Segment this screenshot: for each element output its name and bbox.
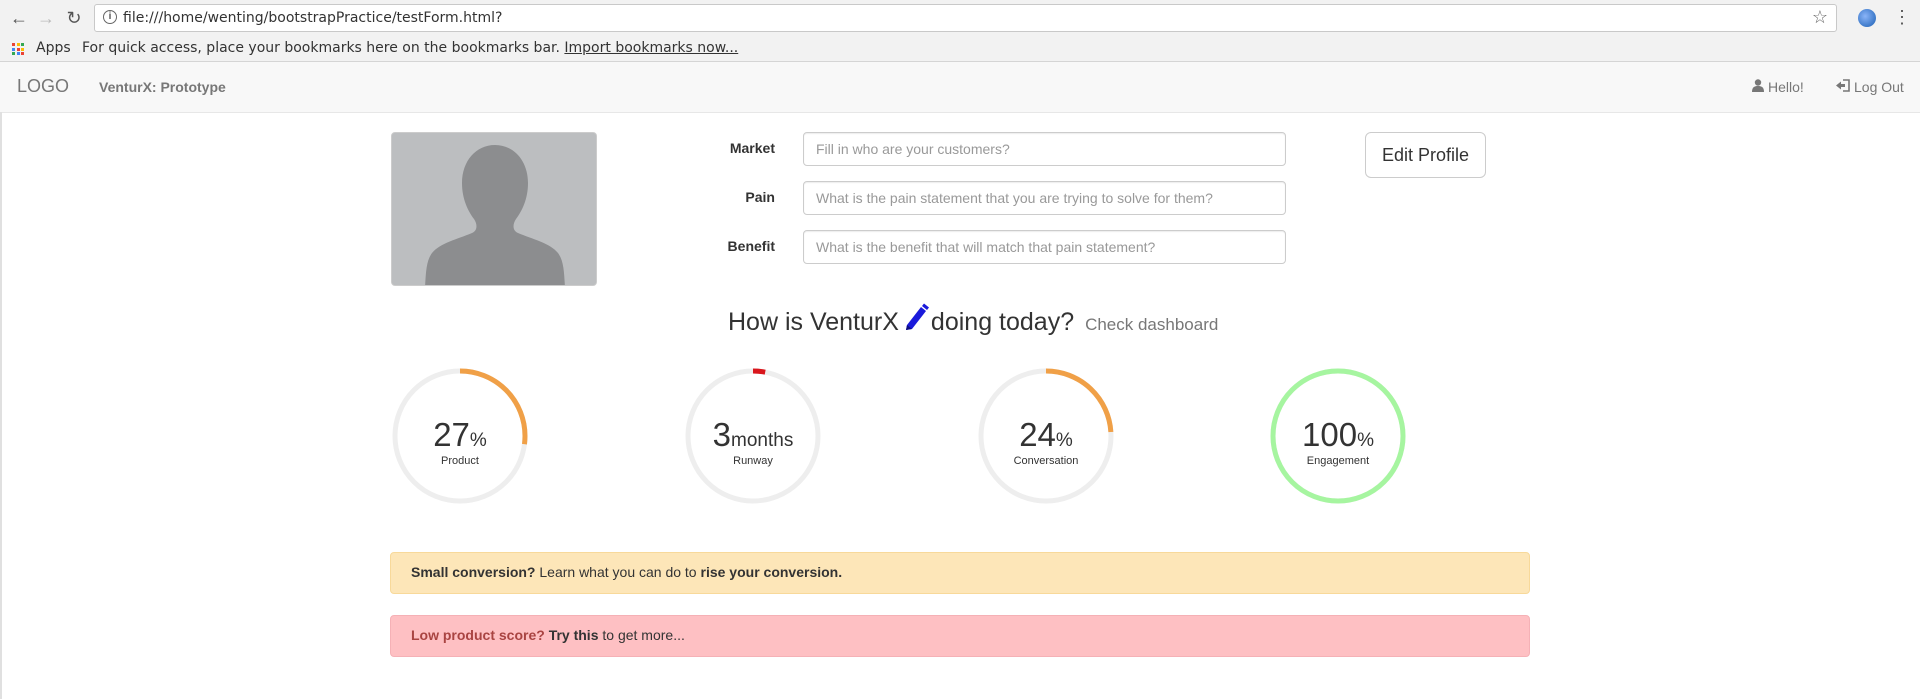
gauge-unit: months (731, 430, 794, 451)
alert-text: Learn what you can do to (539, 564, 697, 580)
bookmarks-message: For quick access, place your bookmarks h… (82, 40, 738, 56)
apps-grid-icon[interactable] (12, 43, 24, 55)
edit-profile-button[interactable]: Edit Profile (1365, 132, 1486, 178)
apps-link[interactable]: Apps (36, 40, 71, 56)
heading-suffix: doing today? (930, 308, 1075, 337)
gauge-value: 24% (976, 416, 1116, 454)
alert-lead: Low product score? (411, 627, 545, 643)
info-icon[interactable]: i (103, 10, 117, 24)
logout-label: Log Out (1854, 79, 1904, 95)
gauge-number: 3 (712, 416, 732, 453)
rise-conversion-link[interactable]: rise your conversion. (701, 564, 843, 580)
try-this-link[interactable]: Try this (549, 627, 599, 643)
engagement-gauge: 100% Engagement (1268, 366, 1408, 506)
heading-prefix: How is VenturX (728, 308, 899, 337)
import-bookmarks-link[interactable]: Import bookmarks now... (564, 40, 738, 56)
url-text[interactable]: file:///home/wenting/bootstrapPractice/t… (123, 10, 502, 26)
check-dashboard-link[interactable]: Check dashboard (1085, 315, 1218, 334)
market-input[interactable] (803, 132, 1286, 166)
gauge-value: 27% (390, 416, 530, 454)
gauge-number: 100 (1302, 416, 1358, 453)
gauge-label: Conversation (1013, 455, 1079, 467)
gauge-label: Product (441, 455, 479, 467)
address-bar[interactable]: i file:///home/wenting/bootstrapPractice… (94, 4, 1837, 32)
gauge-value: 3months (683, 416, 823, 454)
profile-avatar (391, 132, 597, 286)
gauge-number: 24 (1019, 416, 1056, 453)
benefit-input[interactable] (803, 230, 1286, 264)
bookmarks-hint: For quick access, place your bookmarks h… (82, 40, 560, 56)
alert-lead: Small conversion? (411, 564, 536, 580)
browser-menu-icon[interactable]: ⋮ (1893, 7, 1911, 28)
product-gauge: 27% Product (390, 366, 530, 506)
gauge-unit: % (1055, 430, 1073, 451)
pain-input[interactable] (803, 181, 1286, 215)
gauge-value: 100% (1268, 416, 1408, 454)
runway-gauge: 3months Runway (683, 366, 823, 506)
gauge-unit: % (1357, 430, 1374, 451)
logo[interactable]: LOGO (17, 76, 69, 97)
conversion-alert: Small conversion? Learn what you can do … (390, 552, 1530, 594)
forward-icon[interactable]: → (36, 8, 56, 28)
bookmarks-bar: Apps For quick access, place your bookma… (0, 36, 1920, 62)
bookmark-star-icon[interactable]: ☆ (1812, 7, 1828, 28)
app-navbar: LOGO VenturX: Prototype Hello! Log Out (0, 62, 1920, 113)
person-silhouette-icon (392, 133, 596, 285)
browser-toolbar: ← → ↻ i file:///home/wenting/bootstrapPr… (0, 0, 1920, 36)
pain-label: Pain (745, 189, 775, 205)
back-icon[interactable]: ← (9, 8, 29, 28)
logout-link[interactable]: Log Out (1836, 79, 1904, 95)
hello-link[interactable]: Hello! (1752, 79, 1804, 95)
user-icon (1752, 79, 1764, 95)
extension-icon[interactable] (1858, 9, 1876, 27)
hello-label: Hello! (1768, 79, 1804, 95)
gauge-label: Engagement (1306, 455, 1370, 467)
gauge-unit: % (469, 430, 487, 451)
gauge-number: 27 (433, 416, 470, 453)
pencil-icon[interactable] (903, 303, 929, 338)
gauge-label: Runway (733, 455, 773, 467)
status-heading: How is VenturX doing today? Check dashboa… (728, 303, 1218, 341)
page-frame-edge (0, 112, 2, 699)
alert-text: to get more... (602, 627, 685, 643)
reload-icon[interactable]: ↻ (64, 8, 84, 28)
product-score-alert: Low product score? Try this to get more.… (390, 615, 1530, 657)
brand-link[interactable]: VenturX: Prototype (99, 79, 226, 95)
log-out-icon (1836, 79, 1850, 95)
conversation-gauge: 24% Conversation (976, 366, 1116, 506)
market-label: Market (729, 140, 775, 156)
benefit-label: Benefit (727, 238, 775, 254)
